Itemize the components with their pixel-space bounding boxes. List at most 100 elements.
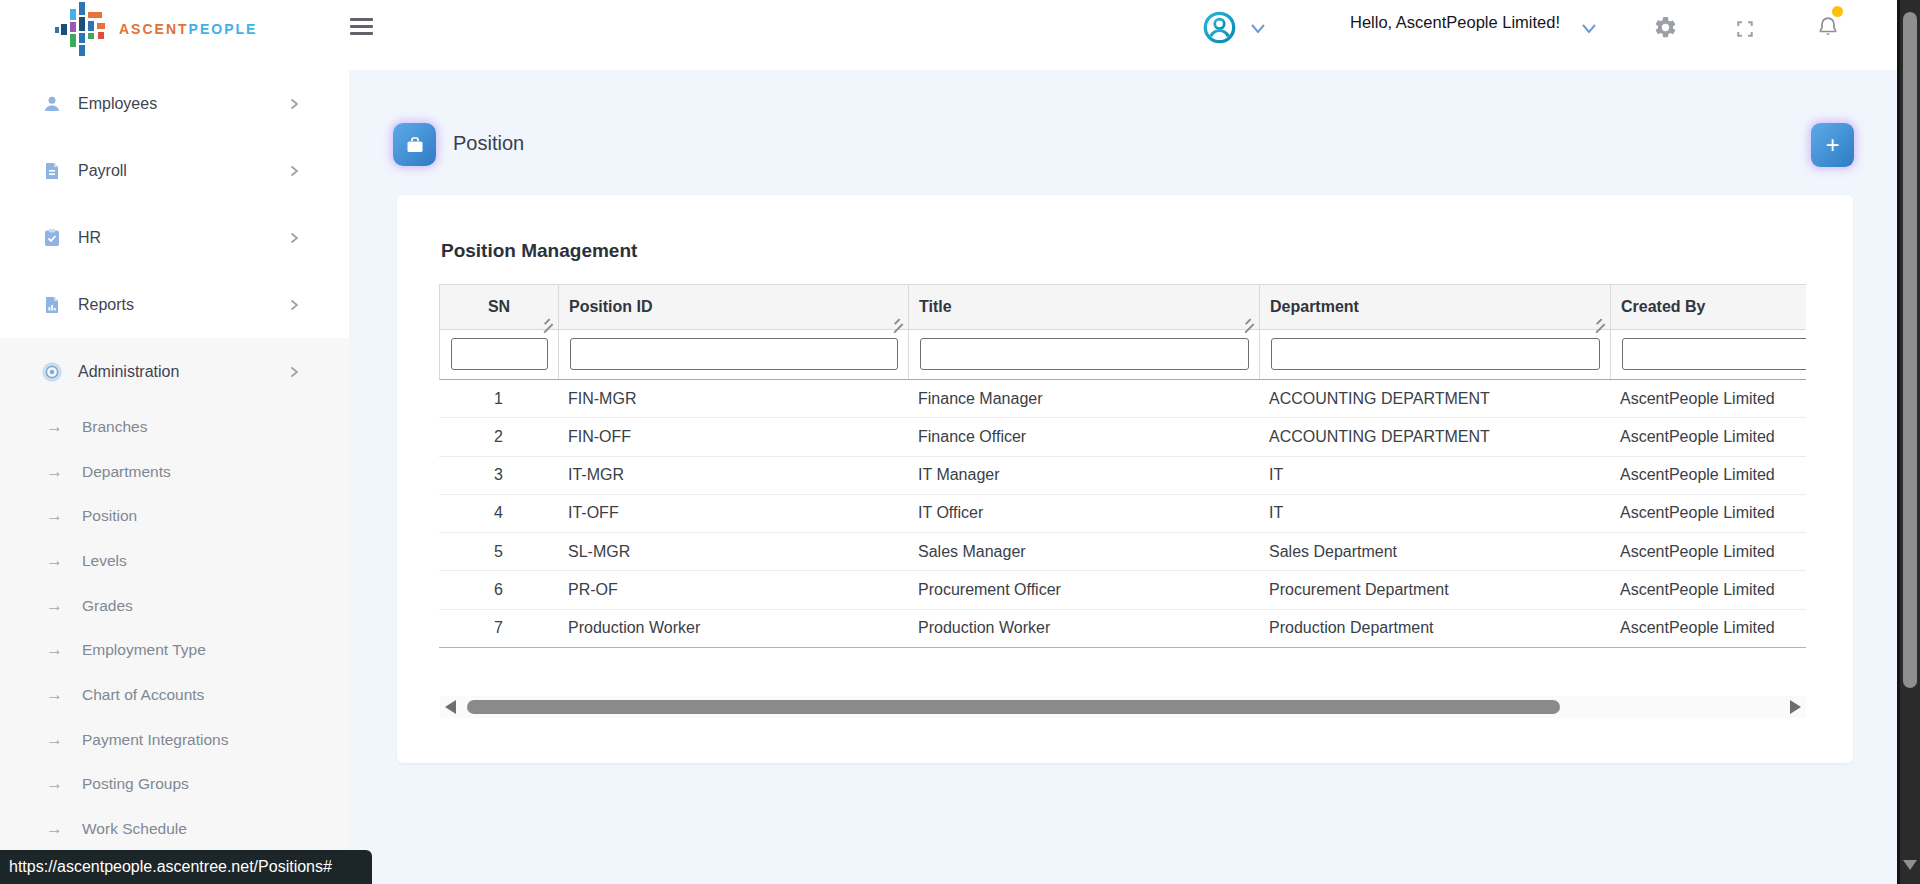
sidebar-subitem-chart-of-accounts[interactable]: → Chart of Accounts: [0, 673, 349, 717]
column-resize-handle[interactable]: [1589, 309, 1605, 325]
arrow-right-icon: →: [46, 506, 63, 526]
cell-department: IT: [1259, 457, 1610, 494]
chevron-right-icon: [287, 164, 301, 178]
cell-sn: 2: [439, 418, 558, 455]
table-row: 5SL-MGRSales ManagerSales DepartmentAsce…: [439, 533, 1806, 571]
cell-position-id: FIN-MGR: [558, 380, 908, 417]
arrow-right-icon: →: [46, 551, 63, 571]
filter-input-title[interactable]: [920, 338, 1249, 370]
sidebar-subitem-payment-integrations[interactable]: →Payment Integrations: [0, 718, 349, 762]
filter-input-department[interactable]: [1271, 338, 1600, 370]
cell-department: IT: [1259, 495, 1610, 532]
horizontal-scrollbar[interactable]: [440, 696, 1806, 718]
sidebar-subitem-branches[interactable]: →Branches: [0, 405, 349, 449]
sidebar-subitem-label: Chart of Accounts: [82, 686, 204, 704]
sidebar-subitem-label: Branches: [82, 418, 147, 436]
arrow-right-icon: →: [46, 685, 63, 705]
cell-department: Production Department: [1259, 610, 1610, 647]
cell-department: ACCOUNTING DEPARTMENT: [1259, 380, 1610, 417]
sidebar-item-label: Reports: [78, 296, 134, 314]
sidebar-subitem-label: Posting Groups: [82, 775, 189, 793]
sidebar-subitem-label: Levels: [82, 552, 127, 570]
sidebar-subitem-label: Grades: [82, 597, 133, 615]
user-icon: [42, 94, 62, 114]
chevron-right-icon: [287, 298, 301, 312]
filter-input-created-by[interactable]: [1622, 338, 1806, 370]
sidebar-subitem-label: Payment Integrations: [82, 731, 228, 749]
column-header-title[interactable]: Title: [909, 285, 1260, 329]
cell-position-id: Production Worker: [558, 610, 908, 647]
table-header-row: SN Position ID Title DepartmentCreated By: [439, 284, 1806, 330]
cell-created-by: AscentPeople Limited: [1610, 380, 1806, 417]
sidebar-item-reports[interactable]: Reports: [0, 285, 349, 325]
sidebar-subitem-departments[interactable]: →Departments: [0, 450, 349, 494]
sidebar-subitem-levels[interactable]: → Levels: [0, 539, 349, 583]
payroll-icon: [42, 161, 62, 181]
cell-title: Procurement Officer: [908, 571, 1259, 608]
hamburger-menu-button[interactable]: [350, 18, 373, 38]
column-resize-handle[interactable]: [887, 309, 903, 325]
arrow-right-icon: →: [46, 640, 63, 660]
sidebar-subitem-employment-type[interactable]: →Employment Type: [0, 628, 349, 672]
chevron-right-icon: [287, 365, 301, 379]
cell-position-id: IT-MGR: [558, 457, 908, 494]
cell-title: Sales Manager: [908, 533, 1259, 570]
cell-sn: 4: [439, 495, 558, 532]
sidebar-subitem-grades[interactable]: →Grades: [0, 584, 349, 628]
filter-cell-created-by: [1611, 330, 1806, 379]
sidebar-item-employees[interactable]: Employees: [0, 84, 349, 124]
sidebar-subitem-label: Departments: [82, 463, 171, 481]
column-header-created-by[interactable]: Created By: [1611, 285, 1806, 329]
column-resize-handle[interactable]: [537, 309, 553, 325]
sidebar-item-hr[interactable]: HR: [0, 218, 349, 258]
sidebar-item-payroll[interactable]: Payroll: [0, 151, 349, 191]
positions-table: SN Position ID Title DepartmentCreated By 1…: [439, 284, 1806, 648]
cell-title: Finance Officer: [908, 418, 1259, 455]
page-title: Position: [453, 132, 524, 155]
chevron-right-icon: [287, 231, 301, 245]
add-position-button[interactable]: +: [1811, 123, 1854, 167]
logo-icon: [55, 2, 109, 56]
filter-cell-department: [1260, 330, 1611, 379]
column-header-label: Title: [919, 298, 952, 316]
column-header-sn[interactable]: SN: [440, 285, 559, 329]
vertical-scrollbar[interactable]: [1897, 0, 1920, 884]
sidebar-subitem-work-schedule[interactable]: →Work Schedule: [0, 807, 349, 851]
table-row: 7Production WorkerProduction WorkerProdu…: [439, 610, 1806, 648]
column-header-position-id[interactable]: Position ID: [559, 285, 909, 329]
sidebar-subitem-posting-groups[interactable]: →Posting Groups: [0, 762, 349, 806]
column-header-label: Position ID: [569, 298, 653, 316]
cell-department: Procurement Department: [1259, 571, 1610, 608]
scroll-left-arrow[interactable]: [445, 700, 456, 714]
sidebar-subitem-position[interactable]: →Position: [0, 494, 349, 538]
cell-position-id: SL-MGR: [558, 533, 908, 570]
scroll-right-arrow[interactable]: [1790, 700, 1801, 714]
table-row: 1FIN-MGRFinance ManagerACCOUNTING DEPART…: [439, 380, 1806, 418]
brand-text: ASCENTPEOPLE: [119, 21, 257, 37]
settings-gear-icon[interactable]: [1653, 15, 1678, 40]
cell-position-id: PR-OF: [558, 571, 908, 608]
cell-created-by: AscentPeople Limited: [1610, 571, 1806, 608]
notification-badge: [1832, 6, 1843, 17]
filter-input-sn[interactable]: [451, 338, 548, 370]
column-resize-handle[interactable]: [1238, 309, 1254, 325]
avatar-chevron-down-icon[interactable]: [1250, 23, 1266, 35]
logo[interactable]: ASCENTPEOPLE: [55, 2, 257, 56]
cell-created-by: AscentPeople Limited: [1610, 495, 1806, 532]
greeting-dropdown[interactable]: Hello, AscentPeople Limited!: [1350, 12, 1560, 32]
notifications-bell-icon[interactable]: [1816, 15, 1840, 39]
cell-sn: 6: [439, 571, 558, 608]
user-avatar-icon[interactable]: [1203, 11, 1236, 44]
sidebar-item-administration[interactable]: Administration: [0, 352, 349, 392]
horizontal-scrollbar-thumb[interactable]: [467, 700, 1560, 714]
scroll-down-arrow[interactable]: [1903, 860, 1917, 870]
vertical-scrollbar-thumb[interactable]: [1903, 12, 1917, 688]
filter-input-position-id[interactable]: [570, 338, 898, 370]
briefcase-icon: [393, 123, 436, 166]
cell-department: Sales Department: [1259, 533, 1610, 570]
table-body: 1FIN-MGRFinance ManagerACCOUNTING DEPART…: [439, 380, 1806, 648]
fullscreen-icon[interactable]: [1736, 20, 1754, 38]
greeting-chevron-down-icon[interactable]: [1581, 23, 1597, 35]
cell-title: IT Officer: [908, 495, 1259, 532]
column-header-department[interactable]: Department: [1260, 285, 1611, 329]
